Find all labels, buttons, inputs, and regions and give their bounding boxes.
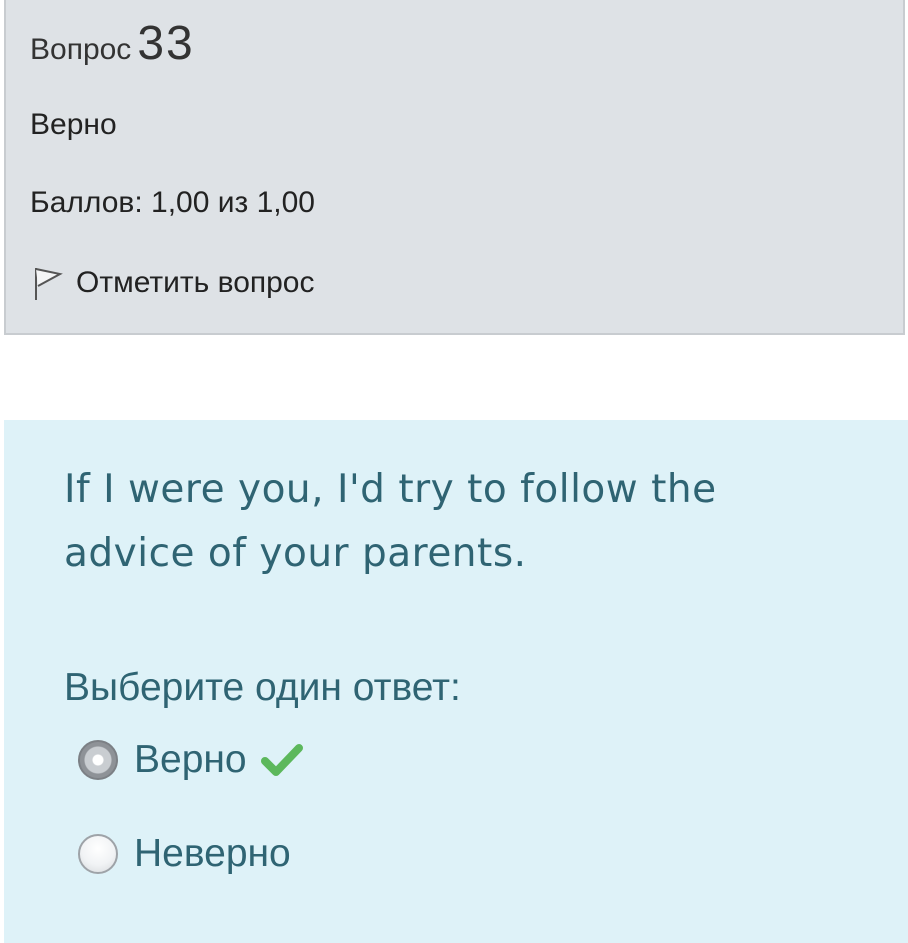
question-content-panel: If I were you, I'd try to follow the adv…	[4, 420, 908, 943]
question-status: Верно	[30, 108, 117, 141]
answer-option-label: Неверно	[134, 832, 291, 875]
flag-question-label: Отметить вопрос	[76, 266, 315, 299]
question-info-panel: Вопрос 33 Верно Баллов: 1,00 из 1,00 Отме…	[4, 0, 905, 335]
question-grade: Баллов: 1,00 из 1,00	[30, 186, 315, 219]
answer-option-true[interactable]: Верно	[78, 738, 303, 782]
question-text: If I were you, I'd try to follow the adv…	[64, 467, 717, 576]
answer-option-false[interactable]: Неверно	[78, 832, 291, 876]
answer-option-label: Верно	[134, 738, 247, 781]
answer-prompt: Выберите один ответ:	[64, 666, 461, 709]
radio-button-unselected[interactable]	[78, 834, 118, 874]
question-heading: Вопрос 33	[30, 16, 195, 71]
question-label: Вопрос	[30, 33, 132, 66]
question-number: 33	[137, 17, 195, 70]
checkmark-icon	[260, 744, 303, 776]
flag-outline-icon	[35, 268, 63, 300]
flag-question-link[interactable]: Отметить вопрос	[30, 264, 315, 302]
radio-button-selected[interactable]	[78, 740, 118, 780]
